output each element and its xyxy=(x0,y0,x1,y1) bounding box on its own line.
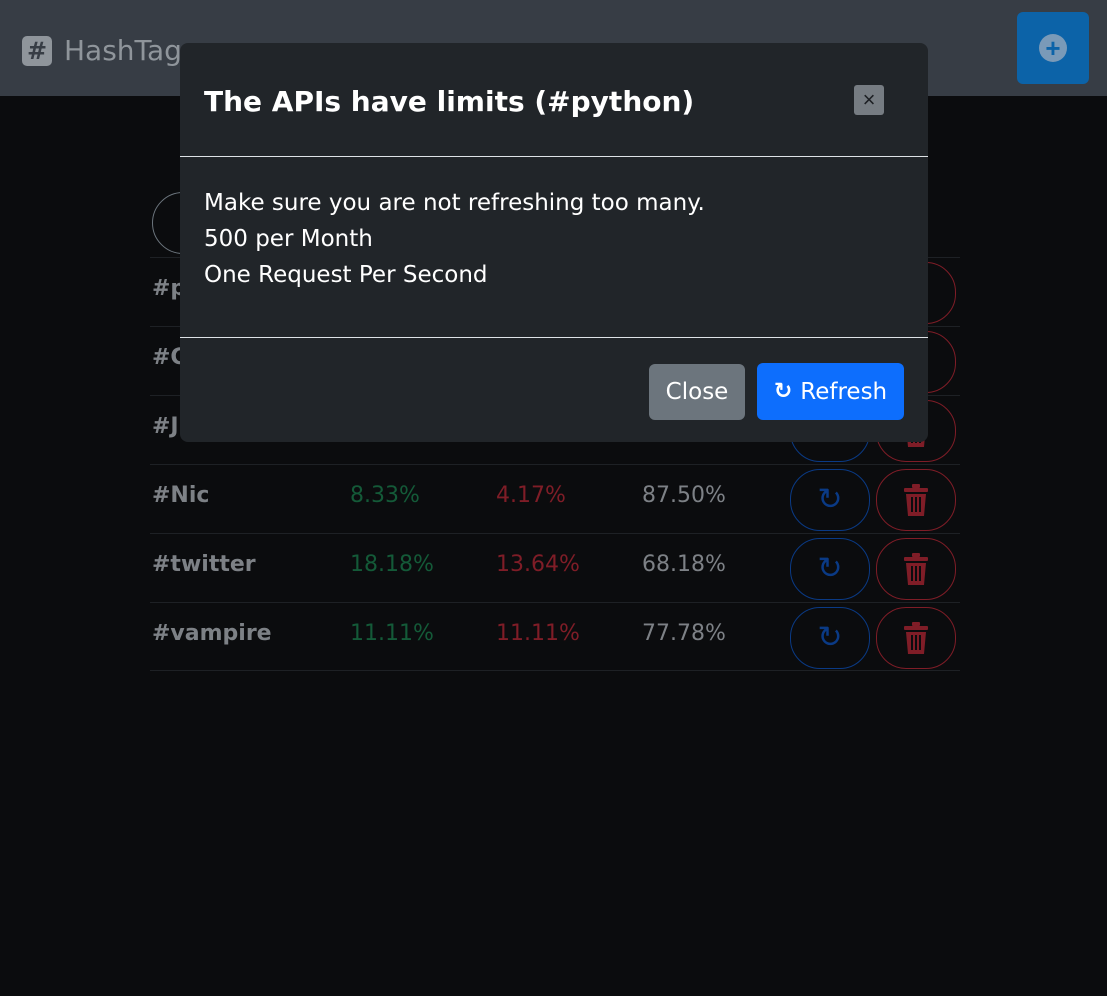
plus-icon: + xyxy=(1039,34,1067,62)
positive-percent: 18.18% xyxy=(350,552,434,577)
add-hashtag-button[interactable]: + xyxy=(1017,12,1089,84)
close-icon[interactable]: × xyxy=(854,85,884,115)
delete-button[interactable] xyxy=(876,469,956,531)
positive-percent: 11.11% xyxy=(350,621,434,646)
modal-body: Make sure you are not refreshing too man… xyxy=(204,185,904,293)
brand-text: HashTags xyxy=(64,34,197,67)
refresh-row-button[interactable]: ↻ xyxy=(790,469,870,531)
neutral-percent: 68.18% xyxy=(642,552,726,577)
tag-name: #Nic xyxy=(152,483,210,508)
table-row: #twitter 18.18% 13.64% 68.18% ↻ xyxy=(150,533,960,602)
negative-percent: 13.64% xyxy=(496,552,580,577)
refresh-row-button[interactable]: ↻ xyxy=(790,538,870,600)
hashtag-icon: # xyxy=(22,35,52,66)
modal-header: The APIs have limits (#python) × xyxy=(180,43,928,157)
trash-icon xyxy=(904,553,928,585)
api-limits-modal: The APIs have limits (#python) × Make su… xyxy=(180,43,928,442)
modal-body-line: Make sure you are not refreshing too man… xyxy=(204,190,705,216)
close-button[interactable]: Close xyxy=(649,364,745,420)
modal-body-line: One Request Per Second xyxy=(204,262,488,288)
tag-name: #vampire xyxy=(152,621,272,646)
table-row: #Nic 8.33% 4.17% 87.50% ↻ xyxy=(150,464,960,533)
trash-icon xyxy=(904,622,928,654)
brand[interactable]: # HashTags xyxy=(22,34,197,67)
positive-percent: 8.33% xyxy=(350,483,420,508)
refresh-icon: ↻ xyxy=(817,552,843,585)
delete-button[interactable] xyxy=(876,607,956,669)
negative-percent: 11.11% xyxy=(496,621,580,646)
tag-name: #twitter xyxy=(152,552,256,577)
refresh-button[interactable]: ↻ Refresh xyxy=(757,363,904,420)
modal-footer: Close ↻ Refresh xyxy=(180,337,928,442)
table-row: #vampire 11.11% 11.11% 77.78% ↻ xyxy=(150,602,960,671)
refresh-button-label: Refresh xyxy=(800,378,888,405)
modal-title: The APIs have limits (#python) xyxy=(204,85,695,118)
neutral-percent: 87.50% xyxy=(642,483,726,508)
delete-button[interactable] xyxy=(876,538,956,600)
neutral-percent: 77.78% xyxy=(642,621,726,646)
refresh-icon: ↻ xyxy=(773,379,793,404)
refresh-icon: ↻ xyxy=(817,621,843,654)
refresh-row-button[interactable]: ↻ xyxy=(790,607,870,669)
negative-percent: 4.17% xyxy=(496,483,566,508)
trash-icon xyxy=(904,484,928,516)
modal-body-line: 500 per Month xyxy=(204,226,373,252)
refresh-icon: ↻ xyxy=(817,483,843,516)
